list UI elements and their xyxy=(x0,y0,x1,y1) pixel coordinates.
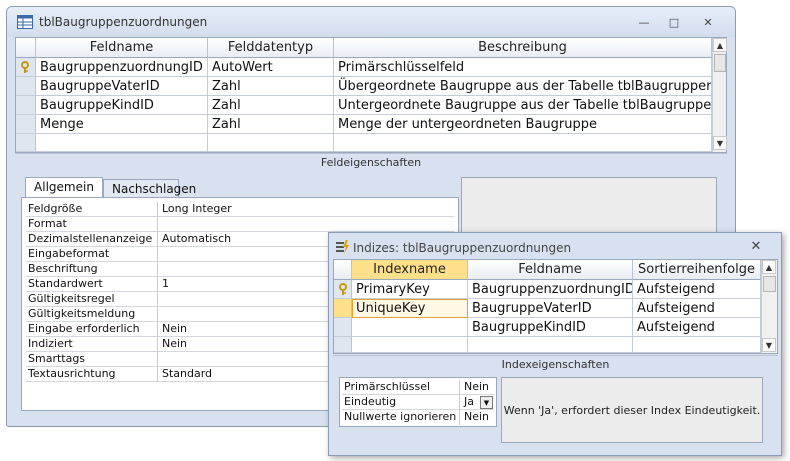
column-header-feldname[interactable]: Feldname xyxy=(36,38,208,58)
column-header-feldname[interactable]: Feldname xyxy=(468,260,633,280)
index-window-title: Indizes: tblBaugruppenzuordnungen xyxy=(353,241,572,255)
chevron-down-icon[interactable]: ▼ xyxy=(480,396,493,409)
lightning-index-icon xyxy=(336,240,349,254)
index-window: Indizes: tblBaugruppenzuordnungen ✕ Inde… xyxy=(328,232,782,456)
index-property-value[interactable]: Nein xyxy=(462,410,494,424)
index-order-cell[interactable] xyxy=(633,337,761,353)
property-label: Gültigkeitsmeldung xyxy=(26,307,158,322)
window-title: tblBaugruppenzuordnungen xyxy=(39,15,208,29)
property-label: Eingabe erforderlich xyxy=(26,322,158,337)
close-button[interactable]: ✕ xyxy=(697,15,719,31)
column-header-beschreibung[interactable]: Beschreibung xyxy=(334,38,712,58)
tab-allgemein[interactable]: Allgemein xyxy=(25,177,103,197)
scroll-thumb[interactable] xyxy=(714,54,726,72)
tab-nachschlagen[interactable]: Nachschlagen xyxy=(103,179,196,197)
vertical-scrollbar[interactable]: ▲ ▼ xyxy=(761,260,777,353)
property-value[interactable]: Long Integer xyxy=(160,202,450,217)
scroll-thumb[interactable] xyxy=(763,276,776,292)
property-value[interactable] xyxy=(160,217,450,232)
index-order-cell[interactable]: Aufsteigend xyxy=(633,299,761,318)
column-header-indexname[interactable]: Indexname xyxy=(352,260,468,280)
index-field-cell[interactable]: BaugruppeVaterID xyxy=(468,299,633,318)
scroll-up-icon[interactable]: ▲ xyxy=(762,260,776,274)
field-name-cell[interactable]: Menge xyxy=(36,115,208,134)
field-grid: Feldname Felddatentyp Beschreibung Baugr… xyxy=(15,37,727,153)
field-type-cell[interactable]: Zahl xyxy=(208,77,334,96)
scroll-up-icon[interactable]: ▲ xyxy=(713,38,727,52)
index-property-label: Nullwerte ignorieren xyxy=(342,410,460,425)
column-header-felddatentyp[interactable]: Felddatentyp xyxy=(208,38,334,58)
row-selector[interactable] xyxy=(334,318,352,337)
index-property-value[interactable]: Nein xyxy=(462,380,494,394)
index-properties-panel: Primärschlüssel Nein Eindeutig Ja ▼ Null… xyxy=(339,377,497,427)
index-field-cell[interactable]: BaugruppenzuordnungID xyxy=(468,280,633,299)
index-order-cell[interactable]: Aufsteigend xyxy=(633,318,761,337)
key-icon xyxy=(339,283,347,295)
minimize-button[interactable]: — xyxy=(633,15,655,31)
property-label: Gültigkeitsregel xyxy=(26,292,158,307)
index-help-text: Wenn 'Ja', erfordert dieser Index Eindeu… xyxy=(501,377,763,443)
index-name-cell[interactable] xyxy=(352,318,468,337)
field-name-cell[interactable]: BaugruppeKindID xyxy=(36,96,208,115)
row-selector[interactable] xyxy=(334,337,352,353)
field-description-cell[interactable] xyxy=(334,134,712,152)
grid-corner[interactable] xyxy=(334,260,352,280)
property-label: Eingabeformat xyxy=(26,247,158,262)
row-selector[interactable] xyxy=(16,115,36,134)
property-label: Standardwert xyxy=(26,277,158,292)
maximize-button[interactable]: □ xyxy=(663,15,685,31)
grid-corner[interactable] xyxy=(16,38,36,58)
field-type-cell[interactable]: AutoWert xyxy=(208,58,334,77)
index-name-cell[interactable]: UniqueKey xyxy=(352,299,468,318)
index-field-cell[interactable]: BaugruppeKindID xyxy=(468,318,633,337)
key-icon xyxy=(21,61,29,73)
index-name-cell[interactable] xyxy=(352,337,468,353)
property-label: Dezimalstellenanzeige xyxy=(26,232,158,247)
property-label: Indiziert xyxy=(26,337,158,352)
unique-dropdown-value[interactable]: Ja xyxy=(462,395,480,409)
row-selector[interactable] xyxy=(16,134,36,152)
index-property-label: Primärschlüssel xyxy=(342,380,460,395)
field-type-cell[interactable]: Zahl xyxy=(208,96,334,115)
field-name-cell[interactable] xyxy=(36,134,208,152)
field-description-cell[interactable]: Menge der untergeordneten Baugruppe xyxy=(334,115,712,134)
row-selector[interactable] xyxy=(16,58,36,77)
table-icon xyxy=(17,15,33,29)
field-properties-label: Feldeigenschaften xyxy=(15,153,727,171)
index-property-label: Eindeutig xyxy=(342,395,460,410)
row-selector[interactable] xyxy=(16,96,36,115)
row-selector[interactable] xyxy=(334,280,352,299)
property-label: Smarttags xyxy=(26,352,158,367)
field-description-cell[interactable]: Primärschlüsselfeld xyxy=(334,58,712,77)
field-type-cell[interactable]: Zahl xyxy=(208,115,334,134)
field-name-cell[interactable]: BaugruppeVaterID xyxy=(36,77,208,96)
row-selector[interactable] xyxy=(16,77,36,96)
index-grid: Indexname Feldname Sortierreihenfolge Pr… xyxy=(333,259,778,354)
property-label: Textausrichtung xyxy=(26,367,158,382)
row-selector[interactable] xyxy=(334,299,352,318)
scroll-down-icon[interactable]: ▼ xyxy=(762,338,776,352)
column-header-sortierreihenfolge[interactable]: Sortierreihenfolge xyxy=(633,260,761,280)
index-name-cell[interactable]: PrimaryKey xyxy=(352,280,468,299)
index-properties-label: Indexeigenschaften xyxy=(333,355,778,373)
title-bar[interactable]: tblBaugruppenzuordnungen — □ ✕ xyxy=(7,7,735,37)
field-type-cell[interactable] xyxy=(208,134,334,152)
field-description-cell[interactable]: Übergeordnete Baugruppe aus der Tabelle … xyxy=(334,77,712,96)
vertical-scrollbar[interactable]: ▲ ▼ xyxy=(712,38,727,152)
scroll-down-icon[interactable]: ▼ xyxy=(713,136,727,150)
index-field-cell[interactable] xyxy=(468,337,633,353)
property-label: Beschriftung xyxy=(26,262,158,277)
close-button[interactable]: ✕ xyxy=(745,239,767,255)
field-description-cell[interactable]: Untergeordnete Baugruppe aus der Tabelle… xyxy=(334,96,712,115)
index-order-cell[interactable]: Aufsteigend xyxy=(633,280,761,299)
field-name-cell[interactable]: BaugruppenzuordnungID xyxy=(36,58,208,77)
property-label: Feldgröße xyxy=(26,202,158,217)
property-label: Format xyxy=(26,217,158,232)
